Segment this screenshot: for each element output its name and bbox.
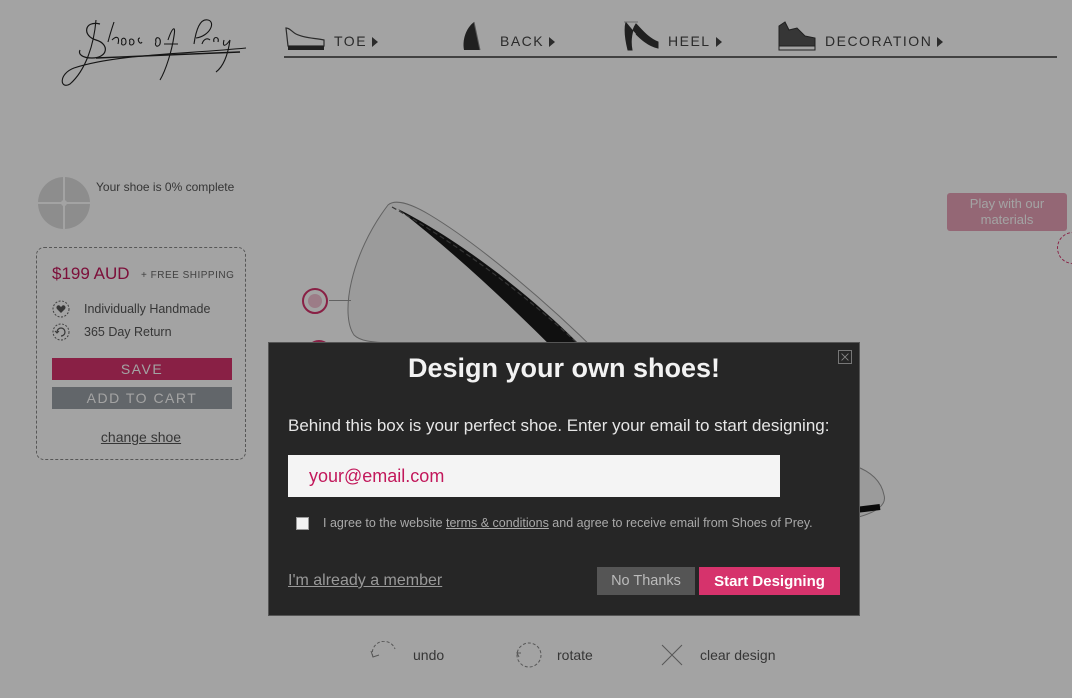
agree-text-post: and agree to receive email from Shoes of…: [548, 516, 813, 530]
modal-subtitle: Behind this box is your perfect shoe. En…: [288, 416, 830, 435]
no-thanks-button[interactable]: No Thanks: [597, 567, 695, 595]
agree-text-pre: I agree to the website: [323, 516, 446, 530]
modal-title: Design your own shoes!: [407, 353, 721, 383]
terms-agreement: I agree to the website terms & condition…: [296, 516, 813, 530]
already-member-link[interactable]: I'm already a member: [288, 572, 442, 590]
email-field[interactable]: [288, 455, 780, 497]
designer-page: TOE BACK HEEL DECORATION Your shoe is 0%…: [0, 0, 1072, 698]
terms-link[interactable]: terms & conditions: [446, 516, 549, 530]
terms-checkbox[interactable]: [296, 516, 309, 530]
start-designing-button[interactable]: Start Designing: [699, 567, 840, 595]
signup-modal: Design your own shoes! Behind this box i…: [268, 342, 860, 616]
